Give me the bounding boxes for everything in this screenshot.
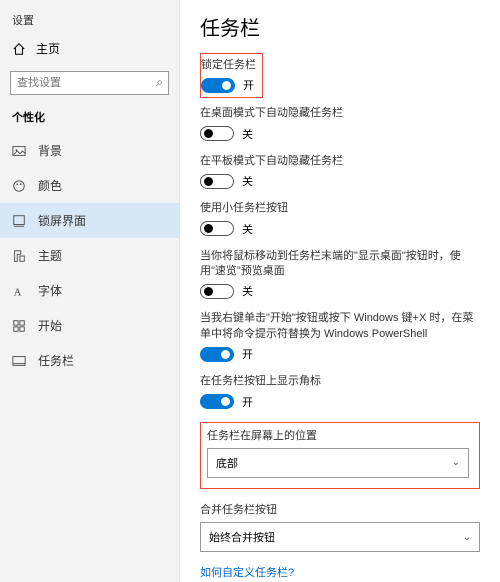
chevron-down-icon: ⌄ [463, 532, 471, 543]
toggle-state: 开 [243, 77, 254, 93]
dropdown-value: 底部 [216, 455, 238, 471]
picture-icon [12, 144, 26, 158]
lockscreen-icon [12, 214, 26, 228]
sidebar-item-label: 背景 [38, 142, 62, 159]
dropdown-value: 始终合并按钮 [209, 529, 275, 545]
main-panel: 任务栏 锁定任务栏 开 在桌面模式下自动隐藏任务栏 关 在平板模式下自动隐藏任务… [180, 0, 500, 582]
page-title: 任务栏 [200, 12, 480, 41]
toggle-state: 关 [242, 173, 253, 189]
toggle-autohide-desktop[interactable] [200, 126, 234, 141]
chevron-down-icon: ⌄ [452, 457, 460, 468]
sidebar: 设置 主页 ⌕ 个性化 背景 颜色 锁屏界面 主题 A 字体 [0, 0, 180, 582]
sidebar-item-label: 主题 [38, 247, 62, 264]
sidebar-item-label: 锁屏界面 [38, 212, 86, 229]
toggle-state: 开 [242, 394, 253, 410]
settings-label: 设置 [0, 8, 179, 32]
toggle-badges[interactable] [200, 394, 234, 409]
highlight-lock: 锁定任务栏 开 [200, 53, 263, 98]
search-input[interactable] [10, 71, 169, 95]
setting-label: 当你将鼠标移动到任务栏末端的"显示桌面"按钮时，使用"速览"预览桌面 [200, 249, 480, 280]
toggle-peek[interactable] [200, 284, 234, 299]
sidebar-item-label: 开始 [38, 317, 62, 334]
position-label: 任务栏在屏幕上的位置 [207, 429, 469, 444]
sidebar-item-colors[interactable]: 颜色 [0, 168, 179, 203]
theme-icon [12, 249, 26, 263]
home-label: 主页 [36, 40, 60, 57]
customize-link[interactable]: 如何自定义任务栏? [200, 564, 480, 580]
position-dropdown[interactable]: 底部 ⌄ [207, 448, 469, 478]
search-icon: ⌕ [156, 75, 163, 90]
setting-label: 使用小任务栏按钮 [200, 201, 480, 216]
search-wrap: ⌕ [10, 71, 169, 95]
sidebar-item-label: 颜色 [38, 177, 62, 194]
setting-label: 锁定任务栏 [201, 58, 256, 73]
sidebar-section: 个性化 [0, 105, 179, 133]
combine-label: 合并任务栏按钮 [200, 503, 480, 518]
toggle-autohide-tablet[interactable] [200, 174, 234, 189]
sidebar-item-background[interactable]: 背景 [0, 133, 179, 168]
font-icon: A [12, 284, 26, 298]
setting-label: 在平板模式下自动隐藏任务栏 [200, 154, 480, 169]
toggle-state: 关 [242, 126, 253, 142]
setting-label: 在任务栏按钮上显示角标 [200, 374, 480, 389]
toggle-state: 关 [242, 221, 253, 237]
setting-label: 在桌面模式下自动隐藏任务栏 [200, 106, 480, 121]
highlight-position: 任务栏在屏幕上的位置 底部 ⌄ [200, 422, 480, 489]
setting-label: 当我右键单击"开始"按钮或按下 Windows 键+X 时，在菜单中将命令提示符… [200, 311, 480, 342]
toggle-powershell[interactable] [200, 347, 234, 362]
sidebar-home[interactable]: 主页 [0, 32, 179, 65]
sidebar-item-label: 字体 [38, 282, 62, 299]
start-icon [12, 319, 26, 333]
toggle-state: 开 [242, 346, 253, 362]
palette-icon [12, 179, 26, 193]
sidebar-item-taskbar[interactable]: 任务栏 [0, 343, 179, 378]
sidebar-item-themes[interactable]: 主题 [0, 238, 179, 273]
sidebar-item-label: 任务栏 [38, 352, 74, 369]
toggle-lock-taskbar[interactable] [201, 78, 235, 93]
taskbar-icon [12, 354, 26, 368]
toggle-state: 关 [242, 283, 253, 299]
home-icon [12, 42, 26, 56]
sidebar-item-fonts[interactable]: A 字体 [0, 273, 179, 308]
sidebar-item-start[interactable]: 开始 [0, 308, 179, 343]
sidebar-item-lockscreen[interactable]: 锁屏界面 [0, 203, 179, 238]
svg-text:A: A [14, 287, 22, 298]
combine-dropdown[interactable]: 始终合并按钮 ⌄ [200, 522, 480, 552]
toggle-small-buttons[interactable] [200, 221, 234, 236]
